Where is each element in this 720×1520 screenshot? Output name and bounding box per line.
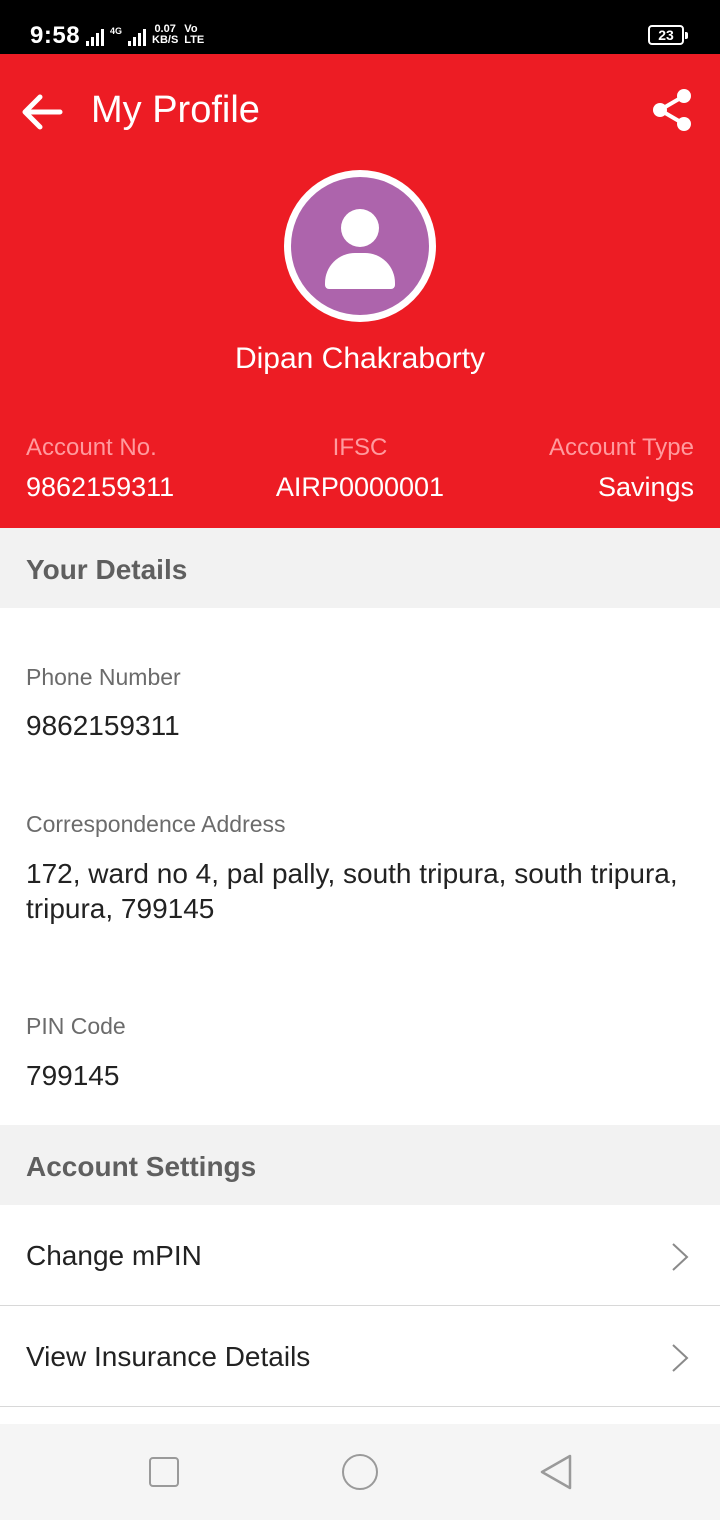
- pin-value: 799145: [26, 1060, 120, 1091]
- status-icons: 4G 0.07 KB/S Vo LTE: [86, 22, 204, 46]
- battery-icon: 23: [648, 25, 688, 45]
- change-mpin-row[interactable]: Change mPIN: [0, 1206, 720, 1306]
- recents-icon[interactable]: [149, 1457, 179, 1487]
- speed-unit: KB/S: [152, 34, 179, 46]
- address-value: 172, ward no 4, pal pally, south tripura…: [26, 858, 678, 924]
- your-details-title: Your Details: [26, 554, 188, 585]
- page-title: My Profile: [91, 89, 260, 131]
- chevron-right-icon: [672, 1344, 689, 1372]
- volte-bottom: LTE: [184, 34, 205, 46]
- signal-icon-2: [128, 26, 147, 46]
- ifsc-value: AIRP0000001: [275, 472, 445, 502]
- signal-icon: [86, 26, 104, 46]
- volte-icon: Vo LTE: [184, 24, 204, 46]
- chevron-right-icon: [672, 1243, 689, 1271]
- system-nav-bar: [0, 1424, 720, 1520]
- ifsc-label: IFSC: [332, 434, 388, 461]
- avatar-placeholder-icon: [291, 177, 429, 315]
- address-label: Correspondence Address: [26, 811, 286, 837]
- view-insurance-label: View Insurance Details: [26, 1341, 311, 1372]
- home-icon[interactable]: [342, 1454, 378, 1490]
- change-mpin-label: Change mPIN: [26, 1240, 202, 1271]
- account-type: Account Type Savings: [549, 434, 694, 503]
- your-details-header: Your Details: [0, 528, 720, 608]
- account-number: Account No. 9862159311: [26, 434, 174, 503]
- account-type-label: Account Type: [549, 434, 694, 461]
- status-bar: 9:58 4G 0.07 KB/S Vo LTE 23: [0, 0, 720, 54]
- network-type: 4G: [110, 26, 123, 36]
- phone-label: Phone Number: [26, 664, 181, 690]
- pin-label: PIN Code: [26, 1013, 126, 1039]
- status-time: 9:58: [30, 22, 81, 49]
- share-icon[interactable]: [651, 88, 693, 132]
- back-arrow-icon[interactable]: [20, 90, 64, 134]
- user-name: Dipan Chakraborty: [234, 342, 486, 375]
- phone-value: 9862159311: [26, 710, 180, 741]
- account-number-label: Account No.: [26, 434, 157, 461]
- view-insurance-row[interactable]: View Insurance Details: [0, 1307, 720, 1407]
- account-settings-title: Account Settings: [26, 1151, 257, 1182]
- ifsc: IFSC AIRP0000001: [240, 434, 480, 503]
- nav-back-icon[interactable]: [538, 1453, 574, 1491]
- profile-header: My Profile Dipan Chakraborty Account No.…: [0, 54, 720, 528]
- account-number-value: 9862159311: [26, 472, 175, 502]
- account-settings-header: Account Settings: [0, 1125, 720, 1205]
- account-type-value: Savings: [597, 472, 694, 502]
- network-speed: 0.07 KB/S: [152, 24, 178, 46]
- avatar[interactable]: [284, 170, 436, 322]
